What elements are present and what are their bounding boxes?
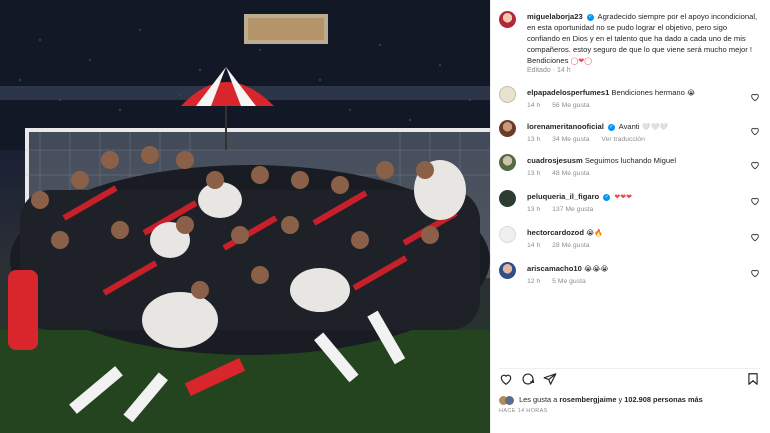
comment-4: hectorcardozod 😭🔥 14 h 28 Me gusta xyxy=(499,226,760,254)
comment-time: 14 h xyxy=(527,102,541,109)
commenter-username[interactable]: cuadrosjesusm xyxy=(527,156,583,165)
caption-text-block: miguelaborja23 ✓ Agradecido siempre por … xyxy=(527,11,760,67)
edited-time: 14 h xyxy=(556,67,571,74)
caption-meta: Editado · 14 h xyxy=(527,67,571,74)
comment-likes[interactable]: 137 Me gusta xyxy=(552,206,593,213)
comment-likes[interactable]: 56 Me gusta xyxy=(552,102,589,109)
likes-joiner: y xyxy=(618,395,623,404)
comment-5: ariscamacho10 😭😭😭 12 h 5 Me gusta xyxy=(499,262,760,290)
comment-likes[interactable]: 48 Me gusta xyxy=(552,170,589,177)
comment-like-heart-icon[interactable] xyxy=(750,196,760,206)
commenter-username[interactable]: hectorcardozod xyxy=(527,228,584,237)
comment-like-heart-icon[interactable] xyxy=(750,160,760,170)
comment-body: Bendiciones hermano xyxy=(611,88,685,97)
comment-icon[interactable] xyxy=(521,372,535,386)
comment-emoji: 😭🔥 xyxy=(586,230,603,237)
post-photo[interactable] xyxy=(0,0,490,433)
commenter-username[interactable]: elpapadelosperfumes1 xyxy=(527,88,609,97)
comment-meta: 13 h 137 Me gusta xyxy=(527,206,603,213)
comment-time: 13 h xyxy=(527,136,541,143)
comment-text: lorenameritanooficial ✓ Avanti 🤍🤍🤍 xyxy=(527,122,740,133)
send-icon[interactable] xyxy=(543,372,557,386)
likes-count[interactable]: 102.908 personas más xyxy=(624,395,702,404)
commenter-username[interactable]: peluqueria_il_figaro xyxy=(527,192,599,201)
commenter-avatar[interactable] xyxy=(499,154,516,171)
instagram-post: miguelaborja23 ✓ Agradecido siempre por … xyxy=(0,0,770,433)
comment-likes[interactable]: 34 Me gusta xyxy=(552,136,589,143)
verified-badge-icon: ✓ xyxy=(586,13,594,21)
comment-like-heart-icon[interactable] xyxy=(750,126,760,136)
author-avatar[interactable] xyxy=(499,11,516,28)
comment-meta: 13 h 34 Me gusta Ver traducción xyxy=(527,136,655,143)
bookmark-icon[interactable] xyxy=(746,372,760,386)
comment-time: 13 h xyxy=(527,170,541,177)
comment-body: Avanti xyxy=(618,122,640,131)
comment-meta: 13 h 48 Me gusta xyxy=(527,170,600,177)
comment-likes[interactable]: 5 Me gusta xyxy=(552,278,586,285)
commenter-avatar[interactable] xyxy=(499,86,516,103)
comment-emoji: 😭 xyxy=(687,90,696,97)
likes-prefix: Les gusta a xyxy=(519,395,558,404)
commenter-avatar[interactable] xyxy=(499,120,516,137)
verified-badge-icon: ✓ xyxy=(603,193,611,201)
comment-emoji: 🤍🤍🤍 xyxy=(641,124,668,131)
comment-meta: 14 h 56 Me gusta xyxy=(527,102,600,109)
comment-body: Seguimos luchando Miguel xyxy=(584,156,677,165)
liker-avatar xyxy=(505,395,514,405)
comment-time: 14 h xyxy=(527,242,541,249)
comment-emoji: 😭😭😭 xyxy=(584,266,609,273)
comment-meta: 14 h 28 Me gusta xyxy=(527,242,600,249)
comment-text: hectorcardozod 😭🔥 xyxy=(527,228,740,239)
comment-emoji: ❤❤❤ xyxy=(614,194,633,201)
commenter-avatar[interactable] xyxy=(499,262,516,279)
comment-3: peluqueria_il_figaro ✓ ❤❤❤ 13 h 137 Me g… xyxy=(499,190,760,218)
comment-2: cuadrosjesusm Seguimos luchando Miguel 1… xyxy=(499,154,760,182)
comment-time: 12 h xyxy=(527,278,541,285)
see-translation-link[interactable]: Ver traducción xyxy=(601,136,644,143)
likes-user[interactable]: rosembergjaime xyxy=(559,395,616,404)
comment-like-heart-icon[interactable] xyxy=(750,268,760,278)
likes-summary: Les gusta a rosembergjaime y 102.908 per… xyxy=(499,395,703,405)
comment-likes[interactable]: 28 Me gusta xyxy=(552,242,589,249)
comment-text: cuadrosjesusm Seguimos luchando Miguel xyxy=(527,156,740,166)
verified-badge-icon: ✓ xyxy=(607,123,615,131)
heart-icon[interactable] xyxy=(499,372,513,386)
caption-emojis: ◯❤◯ xyxy=(570,58,593,65)
comment-text: ariscamacho10 😭😭😭 xyxy=(527,264,740,275)
comment-text: elpapadelosperfumes1 Bendiciones hermano… xyxy=(527,88,740,99)
post-action-bar xyxy=(499,368,760,389)
comment-time: 13 h xyxy=(527,206,541,213)
comment-meta: 12 h 5 Me gusta xyxy=(527,278,596,285)
post-details-pane: miguelaborja23 ✓ Agradecido siempre por … xyxy=(490,0,770,433)
post-timestamp: HACE 14 HORAS xyxy=(499,408,548,414)
commenter-avatar[interactable] xyxy=(499,226,516,243)
comment-like-heart-icon[interactable] xyxy=(750,232,760,242)
team-celebration-image xyxy=(0,0,490,433)
comment-text: peluqueria_il_figaro ✓ ❤❤❤ xyxy=(527,192,740,203)
commenter-username[interactable]: ariscamacho10 xyxy=(527,264,582,273)
comment-0: elpapadelosperfumes1 Bendiciones hermano… xyxy=(499,86,760,114)
comment-like-heart-icon[interactable] xyxy=(750,92,760,102)
comment-1: lorenameritanooficial ✓ Avanti 🤍🤍🤍 13 h … xyxy=(499,120,760,148)
commenter-username[interactable]: lorenameritanooficial xyxy=(527,122,604,131)
author-username[interactable]: miguelaborja23 xyxy=(527,12,583,21)
edited-label: Editado xyxy=(527,67,551,74)
commenter-avatar[interactable] xyxy=(499,190,516,207)
post-caption: miguelaborja23 ✓ Agradecido siempre por … xyxy=(499,11,760,76)
